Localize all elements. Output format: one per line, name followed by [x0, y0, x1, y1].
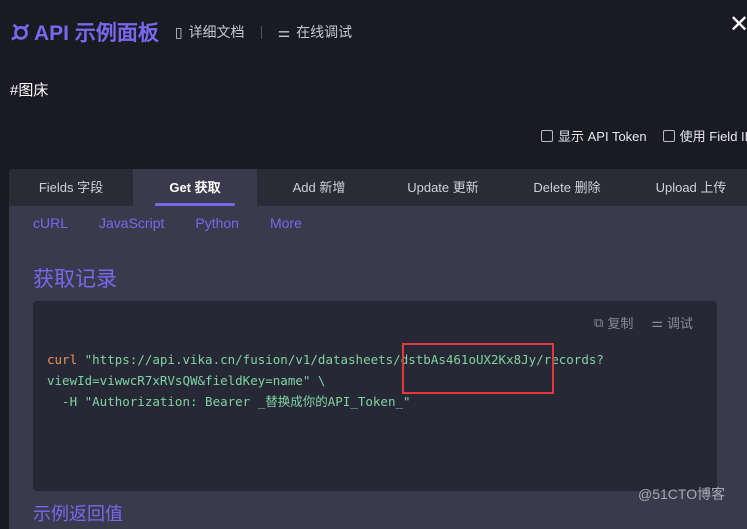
- code-keyword: curl: [47, 352, 78, 367]
- tab-bar: Fields 字段 Get 获取 Add 新增 Update 更新 Delete…: [9, 169, 747, 206]
- sliders-icon: ⚌: [651, 314, 663, 330]
- tab-get[interactable]: Get 获取: [133, 169, 257, 206]
- example-title: 示例返回值: [33, 504, 123, 524]
- debug-label: 在线调试: [296, 24, 353, 40]
- header: API 示例面板 ▯ 详细文档 ⚌ 在线调试: [10, 18, 352, 46]
- code-block: ⧉ 复制 ⚌ 调试 curl "https://api.vika.cn/fusion…: [33, 301, 717, 491]
- lang-javascript[interactable]: JavaScript: [99, 215, 164, 231]
- code-line: -H "Authorization: Bearer _替换成你的API_Toke…: [47, 394, 411, 409]
- tab-fields[interactable]: Fields 字段: [9, 169, 133, 206]
- code-line: viewId=viwwcR7xRVsQW&fieldKey=name" \: [47, 373, 326, 388]
- use-field-id-label: 使用 Field ID: [679, 129, 747, 144]
- tab-add[interactable]: Add 新增: [257, 169, 381, 206]
- checkbox-icon: [541, 129, 553, 142]
- debug-link[interactable]: ⚌ 在线调试: [278, 22, 353, 42]
- copy-label: 复制: [607, 316, 634, 331]
- app-logo: API 示例面板: [10, 17, 159, 47]
- copy-button[interactable]: ⧉ 复制: [594, 313, 633, 332]
- lang-curl[interactable]: cURL: [33, 215, 68, 231]
- lang-python[interactable]: Python: [195, 215, 239, 231]
- docs-label: 详细文档: [188, 24, 245, 40]
- tab-upload[interactable]: Upload 上传: [629, 169, 747, 206]
- close-icon[interactable]: ✕: [729, 10, 747, 39]
- watermark: @51CTO博客: [638, 486, 726, 502]
- divider: [260, 25, 262, 39]
- api-panel: Fields 字段 Get 获取 Add 新增 Update 更新 Delete…: [9, 169, 747, 529]
- checkbox-icon: [662, 129, 675, 142]
- debug-button[interactable]: ⚌ 调试: [651, 313, 693, 332]
- book-icon: ▯: [174, 23, 183, 40]
- sliders-icon: ⚌: [277, 23, 291, 40]
- plug-icon: [11, 23, 30, 41]
- copy-icon: ⧉: [594, 314, 604, 330]
- highlight-box: [402, 343, 554, 394]
- docs-link[interactable]: ▯ 详细文档: [175, 22, 245, 42]
- show-token-label: 显示 API Token: [558, 129, 647, 144]
- app-title: API 示例面板: [34, 22, 159, 45]
- debug-label: 调试: [666, 316, 693, 331]
- tab-delete[interactable]: Delete 删除: [505, 169, 629, 206]
- show-token-checkbox[interactable]: 显示 API Token: [541, 126, 647, 145]
- lang-more[interactable]: More: [270, 215, 302, 231]
- page-title: #图床: [10, 82, 49, 99]
- use-field-id-checkbox[interactable]: 使用 Field ID: [662, 126, 747, 145]
- tab-update[interactable]: Update 更新: [381, 169, 505, 206]
- section-title: 获取记录: [33, 268, 117, 291]
